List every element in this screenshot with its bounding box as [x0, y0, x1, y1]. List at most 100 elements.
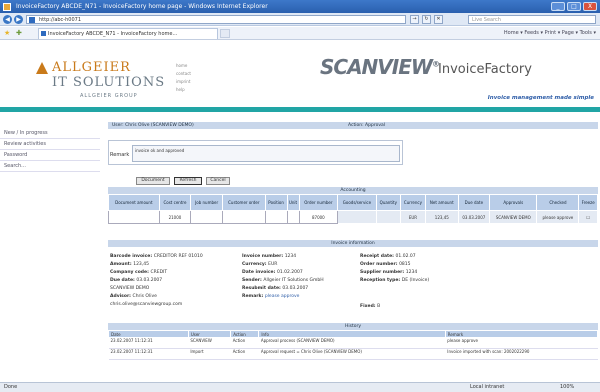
close-button[interactable]: X: [583, 2, 597, 11]
top-link[interactable]: help: [176, 86, 191, 94]
tab-page-icon: [41, 31, 46, 36]
invoice-field-label: Barcode invoice:: [110, 254, 154, 259]
history-cell: Invoice imported with scan: 2002022290: [445, 348, 598, 360]
accounting-column-header: Goods/service: [337, 194, 377, 211]
history-cell: 23.02.2007 11:12:31: [108, 348, 189, 360]
history-title: History: [108, 323, 598, 330]
invoice-field-label: Fixed:: [360, 304, 378, 309]
tab-label: InvoiceFactory ABCDE_N71 - InvoiceFactor…: [48, 31, 178, 37]
accounting-title: Accounting: [108, 187, 598, 194]
accounting-column-header: Unit: [286, 194, 300, 211]
command-bar[interactable]: Home ▾ Feeds ▾ Print ▾ Page ▾ Tools ▾: [504, 29, 596, 38]
forward-arrow-icon[interactable]: ▶: [14, 15, 23, 24]
add-favorites-icon[interactable]: ✚: [16, 29, 22, 38]
stop-icon[interactable]: ✕: [434, 15, 443, 24]
invoice-field: Currency: EUR: [242, 262, 277, 267]
top-link[interactable]: imprint: [176, 78, 191, 86]
product-name: InvoiceFactory: [438, 62, 532, 77]
invoice-field-label: Resubmit date:: [242, 286, 283, 291]
user-label: User: Chris Olive (SCANVIEW DEMO): [112, 123, 194, 128]
address-bar-row: ◀ ▶ http://abc-h0071 → ↻ ✕ Live Search: [0, 13, 600, 26]
invoice-field-value[interactable]: please approve: [265, 294, 300, 299]
accounting-column-header: Quantity: [375, 194, 401, 211]
invoice-field-label: Currency:: [242, 262, 269, 267]
history-table: Date User Action Info Remark 23.02.2007 11:1…: [108, 330, 599, 360]
sidebar-item-review[interactable]: Review activities: [0, 139, 100, 150]
search-input[interactable]: Live Search: [468, 15, 596, 24]
invoice-field: Date invoice: 01.02.2007: [242, 270, 303, 275]
invoice-field-value: 01.02.2007: [276, 270, 303, 275]
invoice-field-value: 03.03.2007: [282, 286, 309, 291]
accounting-column-header: Customer order: [221, 194, 266, 211]
company-name-line2: IT SOLUTIONS: [52, 75, 166, 90]
zoom-level[interactable]: 100%: [560, 383, 574, 392]
tab-row: ★ ✚ InvoiceFactory ABCDE_N71 - InvoiceFa…: [0, 27, 600, 40]
new-tab-button[interactable]: [220, 29, 230, 38]
invoice-field: Receipt date: 01.02.07: [360, 254, 416, 259]
minimize-button[interactable]: _: [551, 2, 565, 11]
accounting-column-header: Freeze: [578, 194, 598, 211]
favorites-star-icon[interactable]: ★: [4, 29, 10, 38]
accounting-column-header: Net amount: [424, 194, 459, 211]
invoice-field-label: Advisor:: [110, 294, 133, 299]
accounting-cell[interactable]: [221, 210, 266, 224]
go-arrow-icon[interactable]: →: [410, 15, 419, 24]
history-column-header: Remark: [444, 330, 599, 338]
accounting-table: Document amount Cost centre Job number Cust…: [108, 194, 598, 224]
document-button[interactable]: Document: [136, 177, 170, 185]
top-link[interactable]: contact: [176, 70, 191, 78]
company-name-line1: ALLGEIER: [52, 60, 131, 75]
invoice-field-label: Due date:: [110, 278, 137, 283]
invoice-field-value: 1234: [405, 270, 418, 275]
accounting-column-header: Job number: [190, 194, 223, 211]
ie-app-icon: [3, 3, 11, 11]
invoice-field-value: DE (Invoice): [401, 278, 430, 283]
history-cell: Action: [230, 337, 259, 349]
accounting-cell[interactable]: 87000: [298, 210, 339, 224]
history-cell: SCANVIEW: [188, 337, 231, 349]
header-divider: [0, 107, 600, 112]
invoice-field: Amount: 123,45: [110, 262, 149, 267]
remark-label: Remark: [110, 152, 130, 158]
accounting-cell[interactable]: [286, 210, 300, 224]
status-bar: Done Local intranet 100%: [0, 382, 600, 392]
history-row: 23.02.2007 11:12:31 SCANVIEW Action Approva…: [108, 337, 598, 349]
history-section: History Date User Action Info Remark 23.02.2…: [108, 323, 599, 360]
approval-header: User: Chris Olive (SCANVIEW DEMO) Action…: [108, 122, 598, 129]
invoice-field: Remark: please approve: [242, 294, 299, 299]
history-row: 23.02.2007 11:12:31 Import Action Approval …: [108, 348, 598, 360]
invoice-field: Company code: CREDIT: [110, 270, 167, 275]
history-cell: Approval request = Chris Olive (SCANVIEW…: [258, 348, 446, 360]
accounting-cell[interactable]: [108, 210, 160, 224]
invoice-field: chris.olive@scanviewgroup.com: [110, 302, 182, 307]
accounting-cell: EUR: [399, 210, 426, 224]
accounting-cell[interactable]: [190, 210, 223, 224]
top-link[interactable]: home: [176, 62, 191, 70]
freeze-checkbox[interactable]: ☐: [578, 210, 598, 224]
remark-textarea[interactable]: invoice ok and approved: [132, 145, 400, 162]
scanview-logo-text: SCANVIEW: [320, 55, 433, 79]
accounting-cell[interactable]: 21000: [158, 210, 192, 224]
invoice-field-label: Remark:: [242, 294, 265, 299]
refresh-icon[interactable]: ↻: [422, 15, 431, 24]
accounting-cell: [375, 210, 401, 224]
sidebar-item-search[interactable]: Search...: [0, 161, 100, 172]
invoice-field: Barcode invoice: CREDITOR REF 01010: [110, 254, 203, 259]
accounting-column-header: Currency: [399, 194, 426, 211]
history-cell: Approval process (SCANVIEW DEMO): [258, 337, 446, 349]
refresh-button[interactable]: Refresh: [174, 177, 202, 185]
address-input[interactable]: http://abc-h0071: [26, 15, 406, 24]
invoice-info-title: Invoice information: [108, 240, 598, 247]
cancel-button[interactable]: Cancel: [206, 177, 230, 185]
back-arrow-icon[interactable]: ◀: [3, 15, 12, 24]
invoice-field-value: Chris Olive: [132, 294, 157, 299]
maximize-button[interactable]: □: [567, 2, 581, 11]
invoice-field-label: Amount:: [110, 262, 134, 267]
sidebar-item-new[interactable]: New / In progress: [0, 128, 100, 139]
page-icon: [29, 17, 35, 23]
browser-tab[interactable]: InvoiceFactory ABCDE_N71 - InvoiceFactor…: [38, 28, 218, 39]
sidebar-item-password[interactable]: Password: [0, 150, 100, 161]
accounting-column-header: Document amount: [108, 194, 160, 211]
accounting-cell: please approve: [536, 210, 580, 224]
accounting-cell[interactable]: [264, 210, 288, 224]
